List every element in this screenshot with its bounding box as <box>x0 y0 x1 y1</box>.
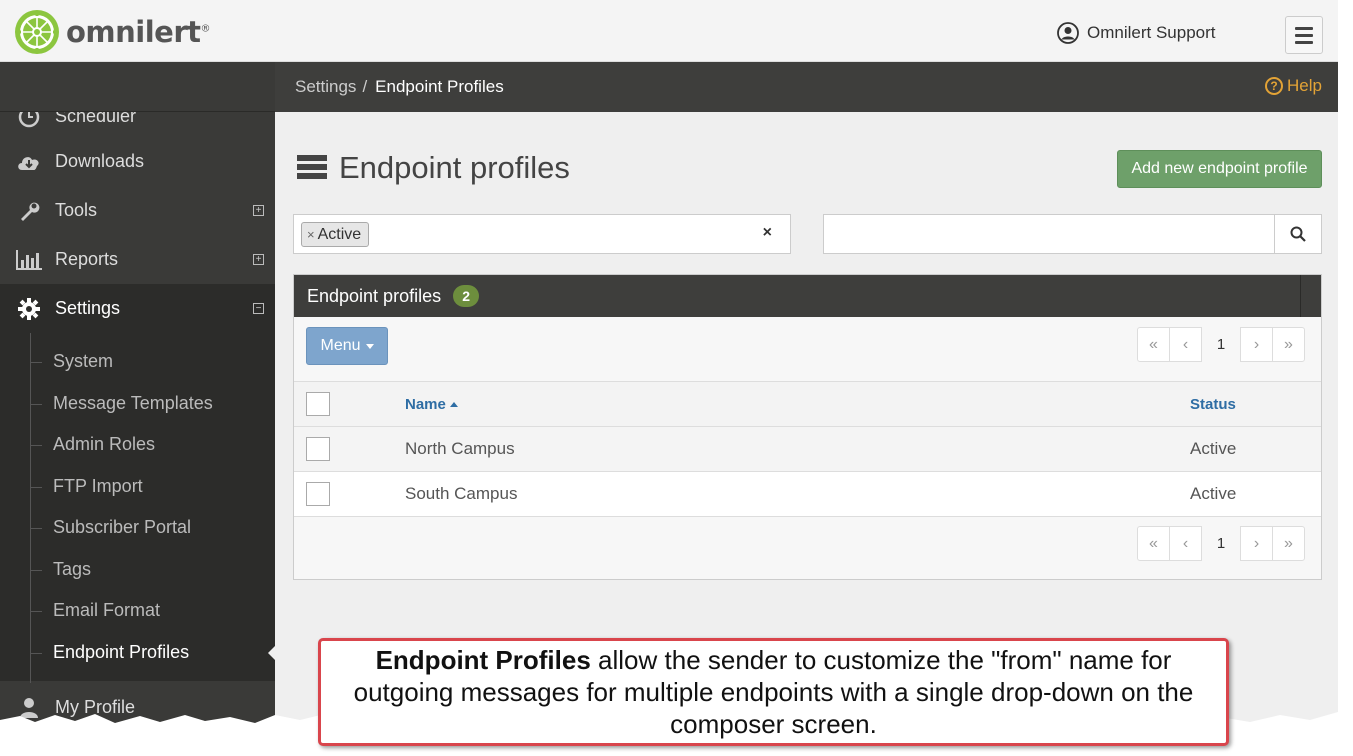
cloud-download-icon <box>16 150 42 174</box>
breadcrumb-current: Endpoint Profiles <box>375 77 504 96</box>
callout-text: Endpoint Profiles allow the sender to cu… <box>351 644 1196 740</box>
submenu-item-ftp-import[interactable]: FTP Import <box>30 476 143 497</box>
sort-asc-icon <box>449 402 458 408</box>
submenu-item-subscriber-portal[interactable]: Subscriber Portal <box>29 517 191 538</box>
status-filter[interactable]: × Active × <box>293 214 791 254</box>
sidebar-item-downloads[interactable]: Downloads <box>0 137 275 186</box>
wrench-icon <box>16 199 42 223</box>
add-endpoint-profile-button[interactable]: Add new endpoint profile <box>1117 150 1322 188</box>
user-name: Omnilert Support <box>1087 23 1216 42</box>
gear-icon <box>16 297 42 321</box>
first-page-button[interactable]: « <box>1137 526 1170 561</box>
profile-status: Active <box>1190 484 1237 503</box>
expand-icon[interactable]: + <box>253 205 264 216</box>
omnilert-logo[interactable]: omnilert® <box>14 9 210 55</box>
pagination-bottom: « ‹ 1 › » <box>1137 526 1305 561</box>
profiles-table: Name Status North Campus Active South Ca… <box>294 381 1321 517</box>
search-button[interactable] <box>1274 215 1321 253</box>
page-title: Endpoint profiles <box>297 150 570 186</box>
brand-name: omnilert® <box>66 15 211 49</box>
page-title-text: Endpoint profiles <box>339 150 570 185</box>
remove-tag-icon[interactable]: × <box>307 227 315 242</box>
select-all-checkbox[interactable] <box>306 392 330 416</box>
panel-title: Endpoint profiles <box>307 285 442 306</box>
pagination-top: « ‹ 1 › » <box>1137 327 1305 362</box>
sidebar-item-label: Downloads <box>55 151 145 171</box>
sidebar-item-label: Settings <box>55 298 121 318</box>
panel-header: Endpoint profiles 2 <box>294 275 1321 317</box>
sidebar: Scheduler Downloads Tools + Reports + Se… <box>0 62 275 756</box>
endpoint-profiles-panel: Endpoint profiles 2 Menu « ‹ 1 › » Name … <box>293 274 1322 580</box>
table-row[interactable]: South Campus Active <box>294 471 1321 516</box>
prev-page-button[interactable]: ‹ <box>1169 526 1202 561</box>
next-page-button[interactable]: › <box>1240 526 1273 561</box>
filter-tag-label: Active <box>317 225 362 243</box>
sidebar-header <box>0 62 275 112</box>
active-indicator <box>268 645 275 661</box>
next-page-button[interactable]: › <box>1240 327 1273 362</box>
sidebar-item-reports[interactable]: Reports + <box>0 235 275 284</box>
profile-name[interactable]: South Campus <box>405 484 517 504</box>
breadcrumb: Settings / Endpoint Profiles ? Help <box>275 62 1338 112</box>
top-bar: omnilert® Omnilert Support <box>0 0 1338 62</box>
hamburger-icon <box>1295 26 1313 30</box>
submenu-item-message-templates[interactable]: Message Templates <box>30 393 213 414</box>
last-page-button[interactable]: » <box>1272 327 1305 362</box>
filter-tag-active: × Active <box>301 222 370 247</box>
settings-submenu: System Message Templates Admin Roles FTP… <box>0 333 275 683</box>
help-link[interactable]: ? Help <box>1265 76 1322 96</box>
callout-bold: Endpoint Profiles <box>375 645 591 675</box>
submenu-item-admin-roles[interactable]: Admin Roles <box>29 434 155 455</box>
current-page: 1 <box>1216 336 1226 353</box>
expand-icon[interactable]: + <box>253 254 264 265</box>
search-input[interactable] <box>823 214 1322 254</box>
current-page: 1 <box>1216 535 1226 552</box>
submenu-item-tags[interactable]: Tags <box>29 559 91 580</box>
tree-line <box>30 333 31 683</box>
help-label: Help <box>1287 76 1322 95</box>
menu-dropdown-button[interactable]: Menu <box>306 327 388 365</box>
profile-status: Active <box>1190 439 1237 458</box>
submenu-item-endpoint-profiles[interactable]: Endpoint Profiles <box>29 642 189 663</box>
row-checkbox[interactable] <box>306 437 330 461</box>
breadcrumb-separator: / <box>362 77 368 96</box>
status-column-header[interactable]: Status <box>1190 396 1236 413</box>
submenu-item-email-format[interactable]: Email Format <box>29 600 160 621</box>
server-list-icon <box>297 155 327 181</box>
first-page-button[interactable]: « <box>1137 327 1170 362</box>
sidebar-item-label: Reports <box>55 249 119 269</box>
user-circle-icon <box>1057 22 1079 44</box>
help-icon: ? <box>1265 77 1284 95</box>
caret-down-icon <box>365 343 374 349</box>
table-header-row: Name Status <box>294 381 1321 426</box>
profile-name[interactable]: North Campus <box>405 439 515 459</box>
row-checkbox[interactable] <box>306 482 330 506</box>
main-menu-button[interactable] <box>1285 16 1323 54</box>
prev-page-button[interactable]: ‹ <box>1169 327 1202 362</box>
clear-filter-icon[interactable]: × <box>763 224 772 242</box>
annotation-callout: Endpoint Profiles allow the sender to cu… <box>318 638 1229 746</box>
omnilert-logo-icon <box>15 10 59 54</box>
bar-chart-icon <box>16 248 42 272</box>
count-badge: 2 <box>453 285 480 307</box>
table-row[interactable]: North Campus Active <box>294 426 1321 471</box>
collapse-icon[interactable]: − <box>253 303 264 314</box>
sidebar-item-settings[interactable]: Settings − <box>0 284 275 333</box>
sidebar-item-tools[interactable]: Tools + <box>0 186 275 235</box>
user-menu[interactable]: Omnilert Support <box>1057 22 1216 44</box>
name-column-header[interactable]: Name <box>405 396 458 413</box>
sidebar-item-label: Tools <box>55 200 98 220</box>
last-page-button[interactable]: » <box>1272 526 1305 561</box>
breadcrumb-settings[interactable]: Settings <box>295 77 356 97</box>
search-icon <box>1290 226 1306 242</box>
submenu-item-system[interactable]: System <box>29 351 113 372</box>
menu-button-label: Menu <box>320 337 361 354</box>
